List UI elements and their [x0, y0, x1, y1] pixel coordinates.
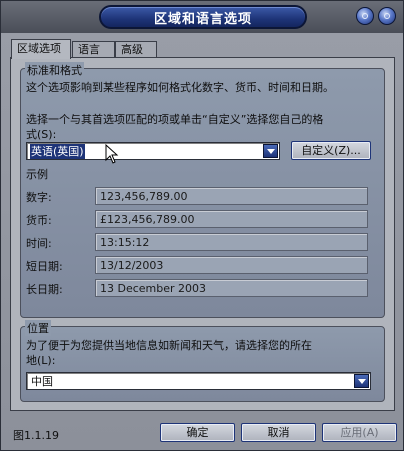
sample-label: 长日期:: [26, 283, 63, 296]
sample-value: 13/12/2003: [100, 259, 164, 272]
tab-advanced[interactable]: 高级: [115, 41, 157, 58]
close-button[interactable]: [378, 7, 396, 25]
chevron-down-icon[interactable]: [354, 374, 369, 388]
help-icon: [362, 13, 368, 19]
tab-languages[interactable]: 语言: [72, 41, 115, 58]
cancel-button[interactable]: 取消: [241, 423, 316, 442]
standards-description: 这个选项影响到某些程序如何格式化数字、货币、时间和日期。: [26, 81, 334, 94]
sample-value-box: 13/12/2003: [95, 256, 368, 274]
ok-button[interactable]: 确定: [160, 423, 235, 442]
window-title: 区域和语言选项: [99, 5, 307, 29]
mouse-pointer-icon: [105, 144, 119, 164]
tab-regional-options[interactable]: 区域选项: [11, 39, 71, 59]
close-icon: [384, 13, 390, 19]
location-group: 位置 为了便于为您提供当地信息如新闻和天气，请选择您的所在 地(L): 中国: [20, 320, 385, 402]
standards-group: 标准和格式 这个选项影响到某些程序如何格式化数字、货币、时间和日期。 选择一个与…: [20, 62, 385, 318]
locale-select-value: 英语(英国): [30, 144, 85, 159]
title-bar[interactable]: 区域和语言选项: [1, 1, 403, 33]
location-group-title: 位置: [25, 320, 51, 336]
sample-row-number: 数字: 123,456,789.00: [26, 187, 376, 205]
sample-value: 123,456,789.00: [100, 190, 188, 203]
sample-value: 13 December 2003: [100, 282, 207, 295]
sample-value-box: 123,456,789.00: [95, 187, 368, 205]
sample-label: 时间:: [26, 237, 52, 250]
sample-row-short-date: 短日期: 13/12/2003: [26, 256, 376, 274]
locale-select[interactable]: 英语(英国): [26, 142, 280, 160]
sample-value: £123,456,789.00: [100, 213, 195, 226]
help-button[interactable]: [356, 7, 374, 25]
location-select-value: 中国: [31, 375, 53, 388]
apply-button[interactable]: 应用(A): [322, 423, 397, 442]
standards-group-title: 标准和格式: [25, 62, 84, 78]
sample-row-currency: 货币: £123,456,789.00: [26, 210, 376, 228]
dialog-window: 区域和语言选项 区域选项 语言 高级 标准和格式 这个选项影响到某些程序如何格式…: [0, 0, 404, 451]
sample-value-box: £123,456,789.00: [95, 210, 368, 228]
samples-label: 示例: [26, 168, 48, 181]
location-description-line1: 为了便于为您提供当地信息如新闻和天气，请选择您的所在: [26, 339, 312, 352]
standards-instruction-line1: 选择一个与其首选项匹配的项或单击“自定义”选择您自己的格: [26, 113, 324, 126]
sample-row-time: 时间: 13:15:12: [26, 233, 376, 251]
customize-button[interactable]: 自定义(Z)...: [291, 141, 371, 160]
tab-panel: 标准和格式 这个选项影响到某些程序如何格式化数字、货币、时间和日期。 选择一个与…: [10, 57, 395, 411]
location-select[interactable]: 中国: [26, 372, 371, 390]
sample-label: 数字:: [26, 191, 52, 204]
standards-instruction-line2: 式(S):: [26, 128, 57, 141]
sample-value-box: 13:15:12: [95, 233, 368, 251]
figure-label: 图1.1.19: [13, 429, 59, 442]
sample-label: 货币:: [26, 214, 52, 227]
sample-value: 13:15:12: [100, 236, 150, 249]
sample-row-long-date: 长日期: 13 December 2003: [26, 279, 376, 297]
sample-value-box: 13 December 2003: [95, 279, 368, 297]
chevron-down-icon[interactable]: [263, 144, 278, 158]
sample-label: 短日期:: [26, 260, 63, 273]
location-description-line2: 地(L):: [26, 354, 56, 367]
